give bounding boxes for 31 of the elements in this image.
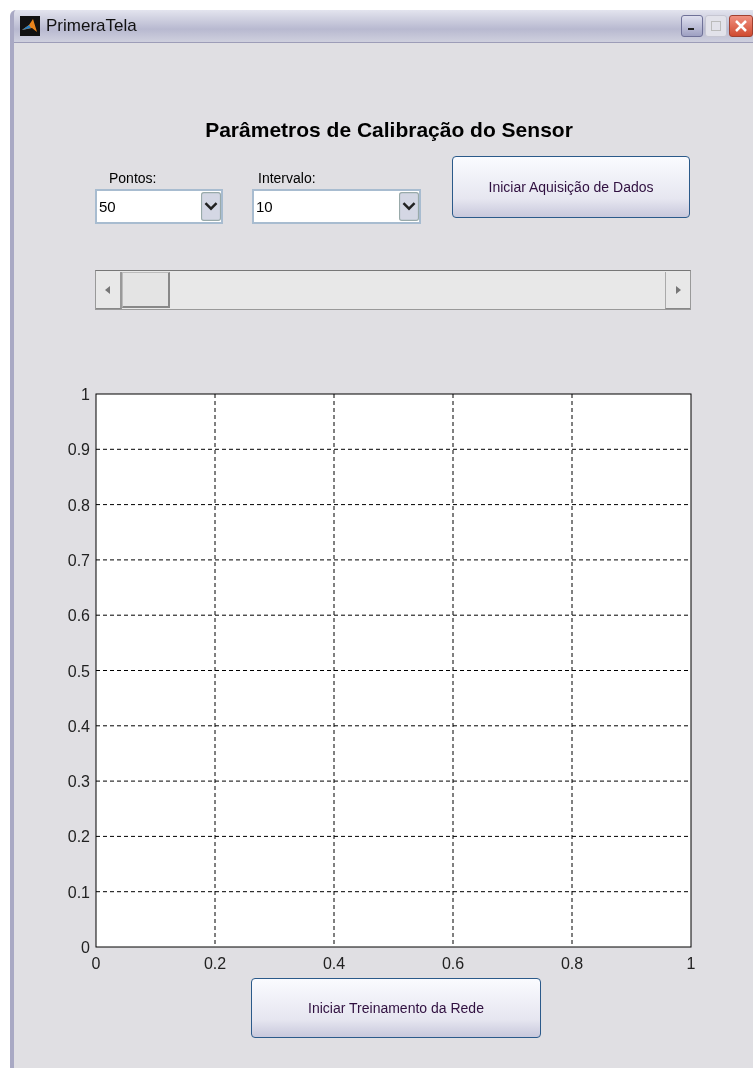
app-icon (20, 16, 40, 36)
y-tick-label: 0.6 (67, 607, 90, 625)
field-label: Intervalo: (258, 170, 316, 186)
dropdown[interactable]: 10 (252, 189, 421, 224)
y-tick-label: 0.8 (67, 496, 90, 514)
y-tick-label: 0.7 (67, 551, 90, 569)
y-tick-label: 0.4 (67, 717, 90, 735)
y-tick-label: 0.5 (67, 662, 90, 680)
close-button[interactable] (729, 15, 753, 37)
dropdown[interactable]: 50 (95, 189, 223, 224)
x-tick-label: 0.4 (322, 955, 346, 972)
x-tick-label: 0.8 (560, 955, 584, 972)
field-label: Pontos: (109, 170, 157, 186)
y-tick-label: 0.3 (67, 773, 90, 791)
y-tick-label: 0.9 (67, 441, 90, 459)
y-tick-label: 0 (81, 939, 90, 956)
x-tick-label: 0.2 (203, 955, 227, 972)
slider-track[interactable] (95, 270, 691, 310)
close-icon[interactable] (735, 20, 747, 32)
y-tick-label: 0.1 (67, 883, 90, 901)
y-tick-label: 1 (81, 386, 90, 403)
slider-thumb[interactable] (122, 272, 170, 308)
train-button[interactable]: Iniciar Treinamento da Rede (251, 978, 541, 1038)
minimize-button[interactable] (681, 15, 703, 37)
y-tick-label: 0.2 (67, 828, 90, 846)
form-heading: Parâmetros de Calibração do Sensor (204, 118, 574, 142)
acquire-button[interactable]: Iniciar Aquisição de Dados (452, 156, 690, 218)
x-tick-label: 0.6 (441, 955, 465, 972)
window-title: PrimeraTela (46, 16, 137, 36)
x-tick-label: 0 (91, 955, 101, 972)
x-tick-label: 1 (686, 955, 696, 972)
